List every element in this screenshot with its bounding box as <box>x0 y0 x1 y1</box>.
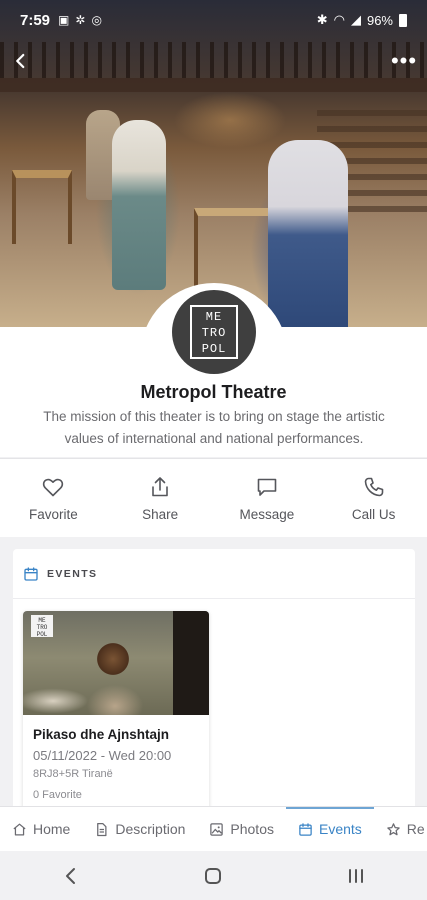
back-button[interactable] <box>6 46 36 76</box>
more-options-button[interactable]: ••• <box>389 46 419 76</box>
tab-photos-label: Photos <box>230 821 274 837</box>
tab-description-label: Description <box>115 821 186 837</box>
message-icon <box>257 478 277 496</box>
photos-icon <box>210 822 224 836</box>
recents-icon <box>348 868 363 883</box>
calendar-icon <box>299 822 312 836</box>
logo-wordmark: ME TRO POL <box>190 305 238 359</box>
call-us-label: Call Us <box>351 507 396 522</box>
status-time: 7:59 <box>20 11 51 29</box>
status-bar: 7:59 ▣ ✲ ◎ ✱ ◠ ◢ 96% <box>0 0 427 40</box>
tab-description[interactable]: Description <box>82 807 197 851</box>
tab-events[interactable]: Events <box>285 807 374 851</box>
home-icon <box>13 823 26 835</box>
home-circle-icon <box>205 867 222 884</box>
settings-icon: ✲ <box>75 13 86 27</box>
phone-icon <box>364 477 383 497</box>
wifi-icon: ◠ <box>333 12 345 27</box>
event-favorites: 0 Favorite <box>33 789 82 801</box>
event-title: Pikaso dhe Ajnshtajn <box>33 727 170 742</box>
bluetooth-icon: ✱ <box>316 12 328 27</box>
star-icon <box>387 822 400 835</box>
top-nav: ••• <box>0 42 427 82</box>
share-button[interactable]: Share <box>107 459 214 537</box>
system-recents-button[interactable] <box>336 856 376 896</box>
bottom-tab-bar: Home Description Photos Events Re <box>0 806 427 851</box>
image-icon: ▣ <box>58 13 70 27</box>
favorite-label: Favorite <box>28 507 78 522</box>
event-thumbnail: ME TRO POL <box>23 611 209 715</box>
cast-icon: ◎ <box>91 13 102 27</box>
events-section: EVENTS ME TRO POL Pikaso dhe Ajnshtajn 05/… <box>13 549 415 819</box>
more-vertical-icon: ••• <box>390 48 418 73</box>
venue-mission: The mission of this theater is to bring … <box>43 409 385 446</box>
system-back-button[interactable] <box>51 856 91 896</box>
venue-name: Metropol Theatre <box>140 382 287 402</box>
battery-icon <box>399 13 407 27</box>
event-location: 8RJ8+5R Tiranë <box>33 768 113 780</box>
status-icons: ▣ ✲ ◎ <box>58 13 102 27</box>
tab-events-label: Events <box>318 821 362 837</box>
event-card[interactable]: ME TRO POL Pikaso dhe Ajnshtajn 05/11/2022… <box>23 611 209 811</box>
event-venue-logo: ME TRO POL <box>31 615 53 638</box>
message-label: Message <box>239 507 295 522</box>
description-icon <box>97 822 107 836</box>
favorite-button[interactable]: Favorite <box>0 459 107 537</box>
chevron-left-icon <box>66 867 76 884</box>
system-nav-bar <box>0 851 427 900</box>
battery-percent: 96% <box>366 12 393 28</box>
chevron-left-icon <box>16 53 25 69</box>
tab-photos[interactable]: Photos <box>197 807 286 851</box>
tab-home[interactable]: Home <box>0 807 82 851</box>
event-date: 05/11/2022 - Wed 20:00 <box>33 748 172 763</box>
message-button[interactable]: Message <box>214 459 321 537</box>
calendar-icon <box>24 566 38 581</box>
share-icon <box>152 477 168 497</box>
events-title: EVENTS <box>47 567 98 580</box>
tab-reviews-label: Re <box>406 821 425 837</box>
action-bar: Favorite Share Message Call Us <box>0 459 427 537</box>
heart-icon <box>43 478 64 497</box>
signal-icon: ◢ <box>350 12 361 27</box>
system-home-button[interactable] <box>193 856 233 896</box>
venue-logo: ME TRO POL <box>172 290 256 374</box>
events-header: EVENTS <box>13 549 415 599</box>
tab-reviews[interactable]: Re <box>374 807 427 851</box>
tab-home-label: Home <box>33 821 71 837</box>
share-label: Share <box>142 507 179 522</box>
call-us-button[interactable]: Call Us <box>320 459 427 537</box>
